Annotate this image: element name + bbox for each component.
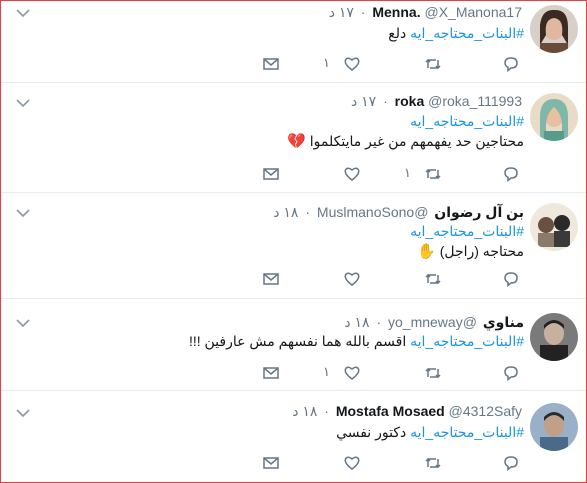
tweet-actions: ١	[1, 164, 586, 184]
tweet-text-line2: محتاجين حد يفهمهم من غير مايتكلموا 💔	[287, 131, 524, 151]
avatar[interactable]	[530, 403, 578, 451]
separator: ·	[324, 403, 329, 419]
reply-icon[interactable]	[501, 164, 521, 184]
tweet[interactable]: Menna. @X_Manona17 · ١٧ د #البنات_محتاجه…	[1, 1, 586, 83]
separator: ·	[376, 314, 382, 330]
retweet-icon[interactable]	[423, 453, 443, 473]
username[interactable]: @roka_111993	[428, 93, 522, 109]
hashtag-link[interactable]: #البنات_محتاجه_ايه	[410, 424, 524, 440]
avatar[interactable]	[530, 203, 578, 251]
heart-icon[interactable]	[342, 363, 362, 383]
tweet-text: #البنات_محتاجه_ايه	[410, 221, 524, 241]
hashtag-link[interactable]: #البنات_محتاجه_ايه	[410, 223, 524, 239]
hashtag-link[interactable]: #البنات_محتاجه_ايه	[410, 333, 524, 349]
tweet-body: دلع	[388, 25, 407, 41]
display-name[interactable]: Mostafa Mosaed	[336, 403, 445, 419]
tweet[interactable]: بن آل رضوان @MuslmanoSono · ١٨ د #البنات…	[1, 193, 586, 299]
retweet-icon[interactable]	[423, 269, 443, 289]
broken-heart-emoji: 💔	[287, 132, 306, 150]
avatar[interactable]	[530, 313, 578, 361]
timestamp[interactable]: ١٨ د	[273, 204, 298, 220]
retweet-icon[interactable]	[423, 363, 443, 383]
timestamp[interactable]: ١٧ د	[329, 4, 354, 20]
chevron-down-icon[interactable]	[15, 97, 31, 109]
tweet-body: دكتور نفسي	[336, 424, 407, 440]
timestamp[interactable]: ١٨ د	[292, 403, 317, 419]
like-count: ١	[323, 364, 330, 379]
tweet-header: مناوي @yo_mneway · ١٨ د	[344, 313, 524, 331]
display-name[interactable]: مناوي	[483, 314, 524, 330]
envelope-icon[interactable]	[261, 269, 281, 289]
tweet-body: محتاجين حد يفهمهم من غير مايتكلموا	[309, 133, 524, 149]
tweet-body: محتاجه (راجل)	[439, 243, 524, 259]
raised-hand-emoji: ✋	[417, 242, 436, 260]
chevron-down-icon[interactable]	[15, 207, 31, 219]
chevron-down-icon[interactable]	[15, 317, 31, 329]
avatar[interactable]	[530, 5, 578, 53]
tweet-actions: ١	[1, 54, 586, 74]
reply-icon[interactable]	[501, 363, 521, 383]
tweet[interactable]: مناوي @yo_mneway · ١٨ د #البنات_محتاجه_ا…	[1, 299, 586, 391]
heart-icon[interactable]	[342, 453, 362, 473]
display-name[interactable]: Menna.	[372, 4, 420, 20]
tweet-header: roka @roka_111993 · ١٧ د	[351, 92, 524, 110]
timeline: Menna. @X_Manona17 · ١٧ د #البنات_محتاجه…	[0, 0, 587, 483]
hashtag-link[interactable]: #البنات_محتاجه_ايه	[410, 25, 524, 41]
username[interactable]: @MuslmanoSono	[317, 204, 429, 220]
retweet-icon[interactable]	[423, 54, 443, 74]
tweet-actions	[1, 269, 586, 289]
chevron-down-icon[interactable]	[15, 407, 31, 419]
separator: ·	[360, 4, 366, 20]
tweet-header: Mostafa Mosaed @4312Safy · ١٨ د	[292, 402, 524, 420]
heart-icon[interactable]	[342, 269, 362, 289]
retweet-icon[interactable]	[423, 164, 443, 184]
separator: ·	[383, 93, 388, 109]
like-count: ١	[323, 55, 330, 70]
username[interactable]: @4312Safy	[449, 403, 522, 419]
envelope-icon[interactable]	[261, 54, 281, 74]
timestamp[interactable]: ١٨ د	[344, 314, 369, 330]
timestamp[interactable]: ١٧ د	[351, 93, 376, 109]
heart-icon[interactable]	[342, 164, 362, 184]
envelope-icon[interactable]	[261, 164, 281, 184]
tweet[interactable]: Mostafa Mosaed @4312Safy · ١٨ د #البنات_…	[1, 391, 586, 482]
tweet-body: اقسم بالله هما نفسهم مش عارفين !!!	[188, 333, 407, 349]
tweet-actions: ١	[1, 363, 586, 383]
reply-icon[interactable]	[501, 54, 521, 74]
chevron-down-icon[interactable]	[15, 7, 31, 19]
tweet-header: بن آل رضوان @MuslmanoSono · ١٨ د	[273, 203, 524, 221]
envelope-icon[interactable]	[261, 453, 281, 473]
tweet-text: #البنات_محتاجه_ايه	[410, 111, 524, 131]
reply-icon[interactable]	[501, 269, 521, 289]
hashtag-link[interactable]: #البنات_محتاجه_ايه	[410, 113, 524, 129]
username[interactable]: @yo_mneway	[388, 314, 477, 330]
tweet-text-line2: محتاجه (راجل) ✋	[417, 241, 524, 261]
tweet-text: #البنات_محتاجه_ايه اقسم بالله هما نفسهم …	[189, 331, 524, 351]
display-name[interactable]: بن آل رضوان	[434, 204, 524, 220]
heart-icon[interactable]	[342, 54, 362, 74]
avatar[interactable]	[530, 93, 578, 141]
username[interactable]: @X_Manona17	[424, 4, 522, 20]
separator: ·	[305, 204, 311, 220]
tweet-actions	[1, 453, 586, 473]
display-name[interactable]: roka	[395, 93, 425, 109]
retweet-count: ١	[404, 165, 411, 180]
envelope-icon[interactable]	[261, 363, 281, 383]
tweet-header: Menna. @X_Manona17 · ١٧ د	[329, 3, 524, 21]
tweet-text: #البنات_محتاجه_ايه دلع	[388, 23, 524, 43]
tweet-text: #البنات_محتاجه_ايه دكتور نفسي	[336, 422, 524, 442]
tweet[interactable]: roka @roka_111993 · ١٧ د #البنات_محتاجه_…	[1, 83, 586, 193]
reply-icon[interactable]	[501, 453, 521, 473]
